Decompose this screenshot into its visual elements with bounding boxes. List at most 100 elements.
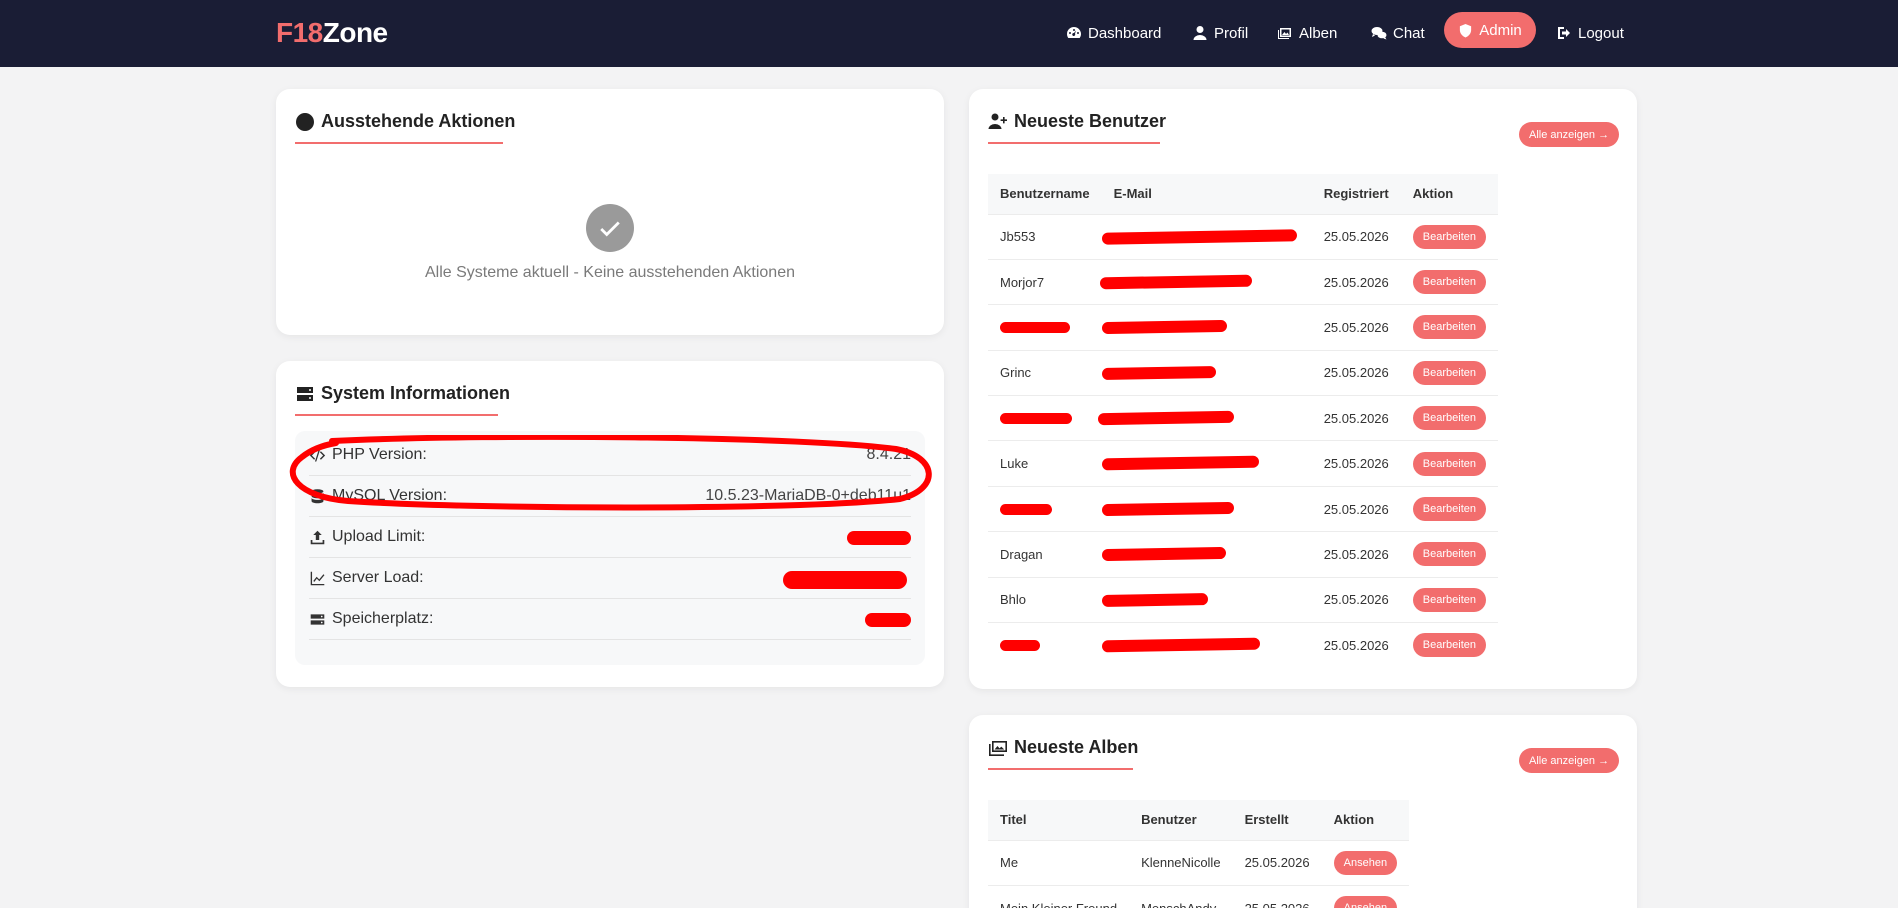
username-cell: Bhlo xyxy=(988,576,1102,623)
brand-part-1: F18 xyxy=(276,17,323,48)
nav-logout-label: Logout xyxy=(1578,24,1624,42)
redaction-mark xyxy=(1101,365,1216,380)
nav-alben[interactable]: Alben xyxy=(1277,22,1337,44)
username-cell: Luke xyxy=(988,440,1102,487)
edit-button[interactable]: Bearbeiten xyxy=(1412,406,1486,431)
nav-profil[interactable]: Profil xyxy=(1192,22,1248,44)
hdd-icon xyxy=(310,613,325,625)
registered-cell: 25.05.2026 xyxy=(1311,213,1401,260)
username-cell: Jb553 xyxy=(988,213,1102,260)
edit-button[interactable]: Bearbeiten xyxy=(1412,360,1486,385)
title-underline xyxy=(295,414,498,416)
username-cell xyxy=(988,622,1102,668)
email-cell xyxy=(1101,349,1312,396)
redaction-mark xyxy=(1101,320,1227,335)
email-cell xyxy=(1101,213,1312,260)
view-button[interactable]: Ansehen xyxy=(1333,896,1398,908)
column-header: Aktion xyxy=(1321,800,1410,840)
table-row: 25.05.2026 Bearbeiten xyxy=(988,304,1498,351)
redaction-mark xyxy=(1097,410,1234,426)
action-cell: Bearbeiten xyxy=(1400,349,1498,396)
album-title-cell: Mein Kleiner Freund xyxy=(988,884,1130,908)
edit-button[interactable]: Bearbeiten xyxy=(1412,633,1486,658)
edit-button[interactable]: Bearbeiten xyxy=(1412,497,1486,522)
edit-button[interactable]: Bearbeiten xyxy=(1412,451,1486,476)
table-row: Bhlo 25.05.2026 Bearbeiten xyxy=(988,576,1498,623)
nav-logout[interactable]: Logout xyxy=(1556,22,1624,44)
nav-dashboard[interactable]: Dashboard xyxy=(1066,22,1161,44)
users-show-all-button[interactable]: Alle anzeigen → xyxy=(1519,122,1620,147)
action-cell: Bearbeiten xyxy=(1400,622,1498,668)
pending-actions-card: Ausstehende Aktionen Alle Systeme aktuel… xyxy=(276,89,944,335)
newest-users-title: Neueste Benutzer xyxy=(988,111,1166,132)
pending-actions-title: Ausstehende Aktionen xyxy=(295,111,515,132)
email-cell xyxy=(1097,395,1312,441)
album-created-cell: 25.05.2026 xyxy=(1232,839,1322,886)
pending-actions-title-text: Ausstehende Aktionen xyxy=(321,111,516,131)
action-cell: Bearbeiten xyxy=(1400,531,1498,578)
title-underline xyxy=(988,142,1160,144)
pending-status-message: Alle Systeme aktuell - Keine ausstehende… xyxy=(424,264,795,281)
upload-limit-label: Upload Limit: xyxy=(309,528,425,546)
column-header: Benutzername xyxy=(988,174,1102,214)
newest-albums-title: Neueste Alben xyxy=(988,737,1138,758)
redaction-mark xyxy=(1101,547,1226,562)
shield-icon xyxy=(1460,23,1472,38)
edit-button[interactable]: Bearbeiten xyxy=(1412,270,1486,295)
edit-button[interactable]: Bearbeiten xyxy=(1412,224,1486,249)
newest-users-card: Neueste Benutzer Alle anzeigen → Benutze… xyxy=(969,89,1637,689)
server-load-label: Server Load: xyxy=(309,569,424,587)
nav-chat[interactable]: Chat xyxy=(1371,22,1425,44)
newest-albums-card: Neueste Alben Alle anzeigen → Titel Benu… xyxy=(969,715,1637,908)
table-row: Mein Kleiner Freund MenschAndy 25.05.202… xyxy=(988,884,1410,908)
brand-part-2: Zone xyxy=(322,17,388,48)
redaction-mark xyxy=(1101,456,1259,471)
action-cell: Bearbeiten xyxy=(1400,485,1498,532)
system-info-card: System Informationen PHP Version: 8.4.21… xyxy=(276,361,944,687)
redaction-mark xyxy=(1099,274,1252,290)
username-cell: Dragan xyxy=(988,531,1102,578)
nav-admin-button[interactable]: Admin xyxy=(1444,12,1536,48)
column-header: Titel xyxy=(988,800,1130,840)
storage-label: Speicherplatz: xyxy=(309,610,433,628)
redaction-mark xyxy=(1000,640,1040,652)
albums-show-all-button[interactable]: Alle anzeigen → xyxy=(1519,748,1620,773)
album-user-cell: KlenneNicolle xyxy=(1129,839,1233,886)
brand-logo[interactable]: F18Zone xyxy=(276,17,388,49)
edit-button[interactable]: Bearbeiten xyxy=(1412,542,1486,567)
column-header: Benutzer xyxy=(1129,800,1233,840)
server-load-row: Server Load: xyxy=(309,558,911,599)
server-load-label-text: Server Load: xyxy=(332,569,424,586)
action-cell: Bearbeiten xyxy=(1400,440,1498,487)
upload-limit-row: Upload Limit: xyxy=(309,517,911,558)
column-header: Erstellt xyxy=(1232,800,1322,840)
username-cell xyxy=(988,395,1102,441)
redaction-mark xyxy=(1000,503,1052,515)
edit-button[interactable]: Bearbeiten xyxy=(1412,315,1486,340)
registered-cell: 25.05.2026 xyxy=(1311,576,1401,623)
edit-button[interactable]: Bearbeiten xyxy=(1412,587,1486,612)
server-icon xyxy=(297,386,313,401)
check-icon xyxy=(600,221,620,237)
system-info-title: System Informationen xyxy=(295,383,510,404)
redaction-mark xyxy=(1101,592,1208,607)
user-plus-icon xyxy=(988,113,1007,129)
albums-table: Titel Benutzer Erstellt Aktion Me Klenne… xyxy=(988,800,1410,908)
username-cell xyxy=(988,485,1102,532)
upload-icon xyxy=(310,530,325,544)
redaction-mark xyxy=(1101,228,1297,245)
username-cell xyxy=(988,304,1102,351)
clock-icon xyxy=(296,112,314,131)
action-cell: Bearbeiten xyxy=(1400,258,1498,305)
table-row: Morjor7 25.05.2026 Bearbeiten xyxy=(988,258,1498,305)
albums-table-header: Titel Benutzer Erstellt Aktion xyxy=(988,800,1410,840)
table-row: Grinc 25.05.2026 Bearbeiten xyxy=(988,349,1498,396)
check-circle-icon xyxy=(586,204,634,252)
user-icon xyxy=(1193,26,1207,40)
chart-line-icon xyxy=(310,571,325,585)
storage-label-text: Speicherplatz: xyxy=(332,610,434,627)
action-cell: Bearbeiten xyxy=(1400,304,1498,351)
registered-cell: 25.05.2026 xyxy=(1311,531,1401,578)
redaction-mark xyxy=(783,571,907,589)
view-button[interactable]: Ansehen xyxy=(1333,850,1398,875)
